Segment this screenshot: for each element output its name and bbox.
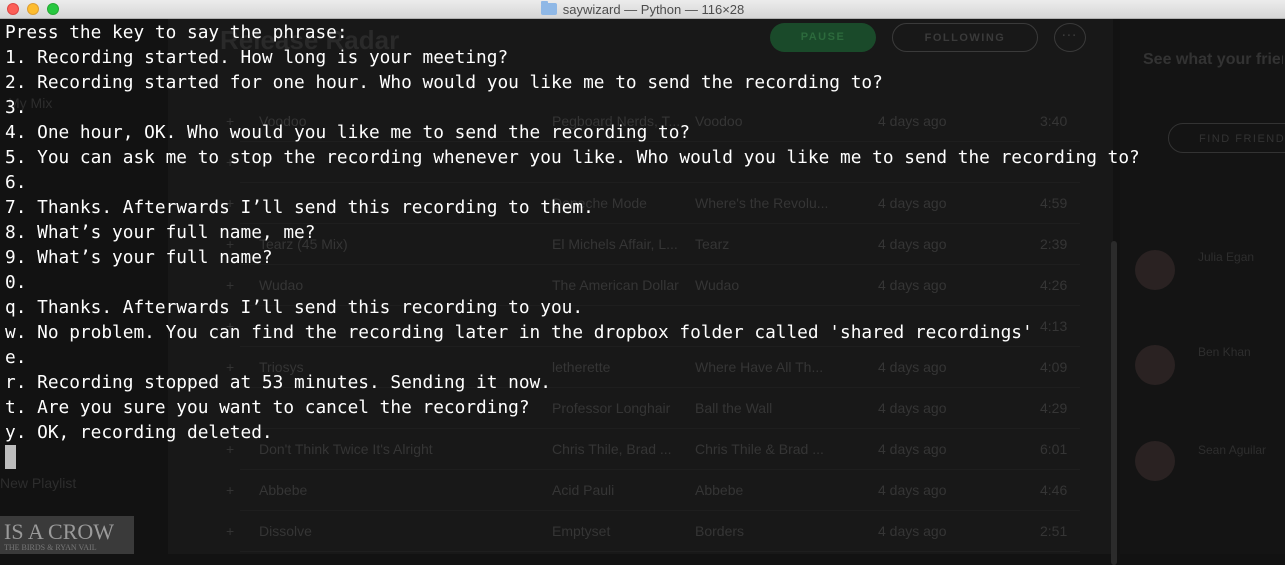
terminal-line: e. <box>5 347 27 368</box>
window-titlebar: saywizard — Python — 116×28 <box>0 0 1285 19</box>
terminal-line: 6. <box>5 172 27 193</box>
window-title: saywizard — Python — 116×28 <box>562 2 745 17</box>
terminal-line: w. No problem. You can find the recordin… <box>5 322 1033 343</box>
terminal-line: q. Thanks. Afterwards I’ll send this rec… <box>5 297 584 318</box>
terminal-line: r. Recording stopped at 53 minutes. Send… <box>5 372 551 393</box>
terminal-line: 5. You can ask me to stop the recording … <box>5 147 1140 168</box>
terminal-line: 3. <box>5 97 27 118</box>
terminal-line: Press the key to say the phrase: <box>5 22 348 43</box>
terminal-line: 2. Recording started for one hour. Who w… <box>5 72 883 93</box>
terminal-line: t. Are you sure you want to cancel the r… <box>5 397 530 418</box>
terminal-line: 1. Recording started. How long is your m… <box>5 47 509 68</box>
terminal-line: 0. <box>5 272 27 293</box>
terminal-line: 7. Thanks. Afterwards I’ll send this rec… <box>5 197 594 218</box>
terminal-window[interactable]: Press the key to say the phrase: 1. Recor… <box>0 19 1285 554</box>
terminal-line: y. OK, recording deleted. <box>5 422 273 443</box>
terminal-cursor <box>5 445 16 469</box>
window-title-container: saywizard — Python — 116×28 <box>0 1 1285 18</box>
folder-icon <box>540 1 557 15</box>
terminal-line: 9. What’s your full name? <box>5 247 273 268</box>
terminal-line: 4. One hour, OK. Who would you like me t… <box>5 122 691 143</box>
terminal-line: 8. What’s your full name, me? <box>5 222 316 243</box>
